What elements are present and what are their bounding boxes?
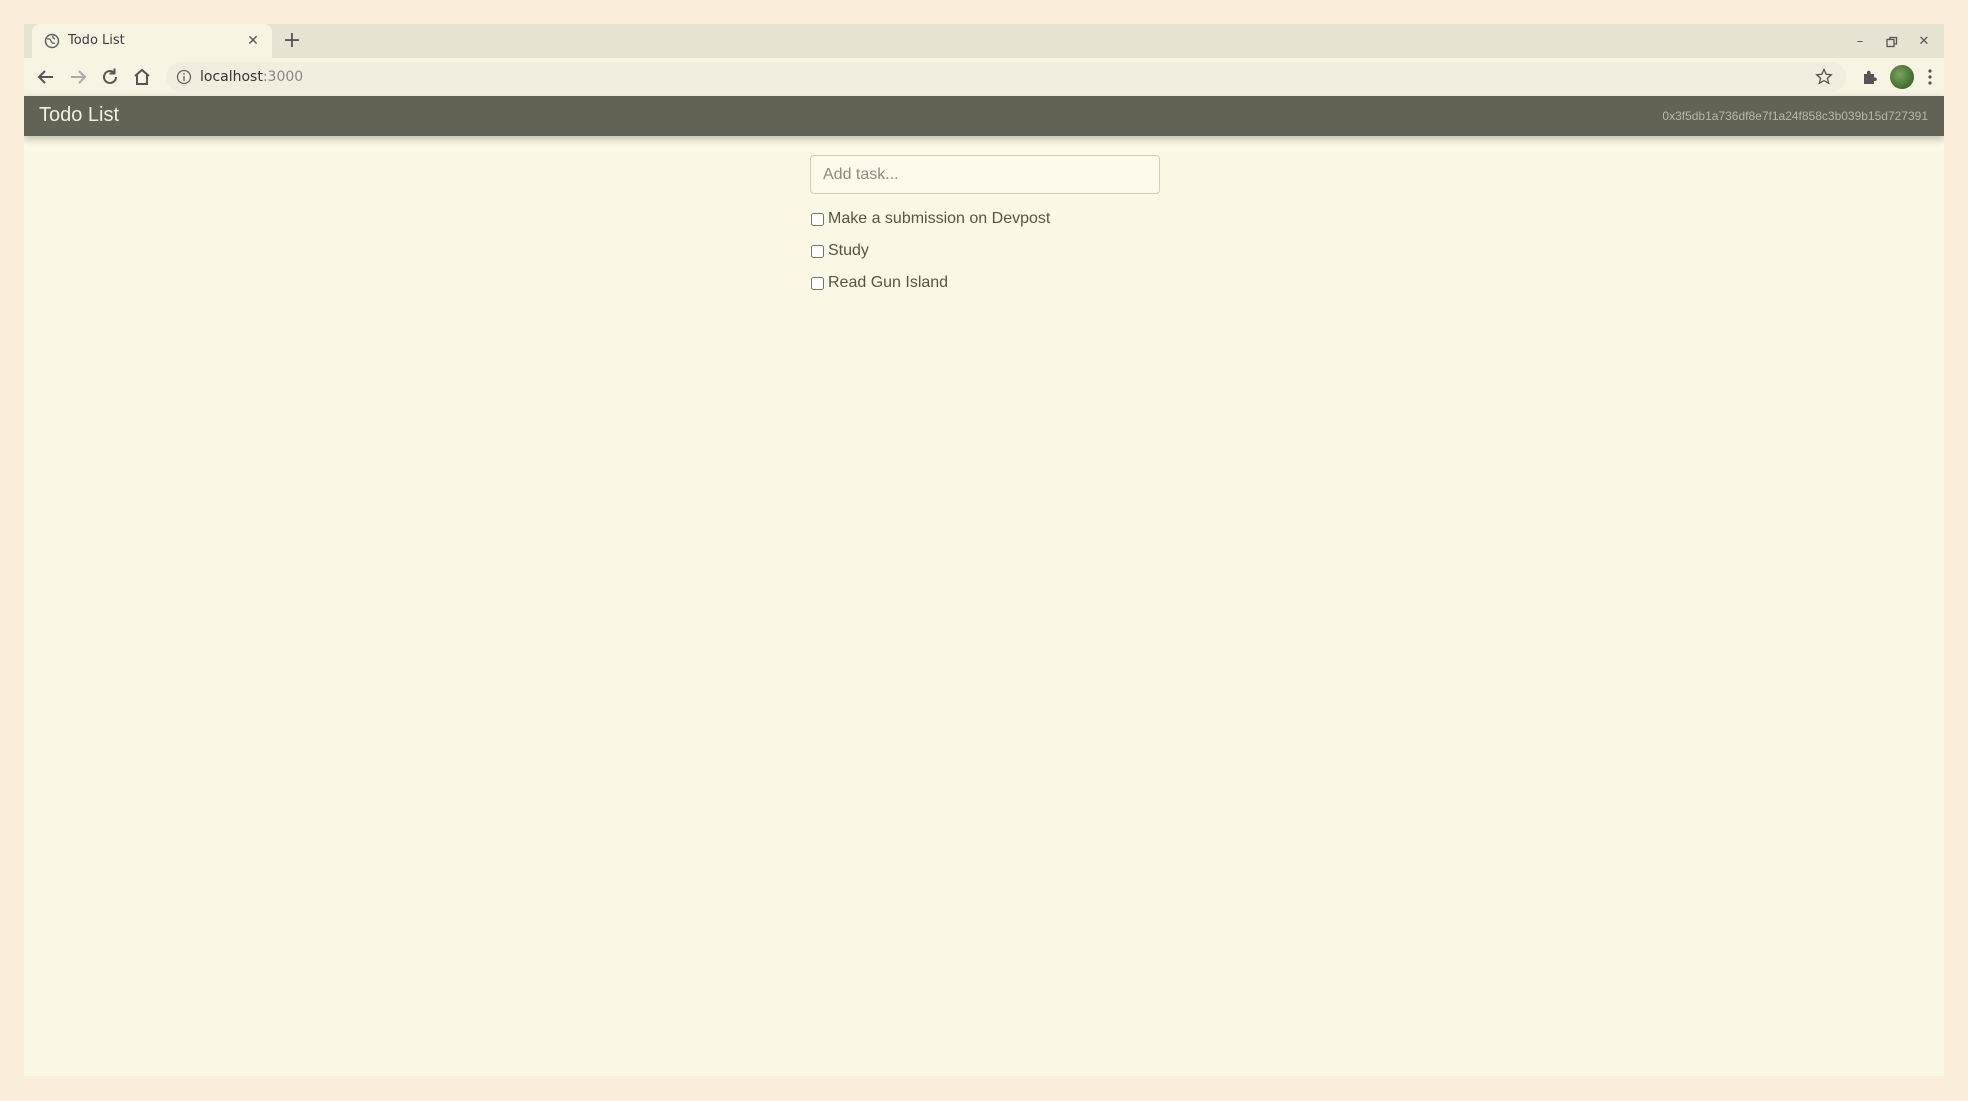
globe-icon <box>44 33 60 49</box>
account-address: 0x3f5db1a736df8e7f1a24f858c3b039b15d7273… <box>1662 109 1928 123</box>
restore-icon[interactable] <box>1882 32 1902 52</box>
browser-toolbar: localhost:3000 <box>24 58 1944 96</box>
add-task-input[interactable] <box>810 155 1160 194</box>
task-checkbox[interactable] <box>811 276 824 290</box>
address-bar[interactable]: localhost:3000 <box>166 62 1846 92</box>
task-item: Make a submission on Devpost <box>810 203 1162 235</box>
extensions-puzzle-icon[interactable] <box>1860 67 1880 87</box>
url-text: localhost:3000 <box>200 69 303 85</box>
task-label: Make a submission on Devpost <box>828 210 1051 227</box>
reload-icon[interactable] <box>98 65 122 89</box>
task-item: Study <box>810 235 1162 267</box>
info-icon[interactable] <box>176 69 192 85</box>
task-checkbox[interactable] <box>811 244 824 258</box>
browser-window: Todo List ✕ + – ✕ localhost:3000 Todo Li… <box>24 24 1944 1076</box>
close-window-icon[interactable]: ✕ <box>1914 32 1934 52</box>
tab-close-icon[interactable]: ✕ <box>244 32 262 50</box>
todo-content: Make a submission on Devpost Study Read … <box>810 155 1162 299</box>
tab-title: Todo List <box>68 33 125 48</box>
home-icon[interactable] <box>130 65 154 89</box>
task-label: Read Gun Island <box>828 274 949 291</box>
tab-todo-list[interactable]: Todo List ✕ <box>32 24 272 58</box>
kebab-menu-icon[interactable] <box>1922 67 1938 87</box>
forward-arrow-icon[interactable] <box>66 65 90 89</box>
page-title: Todo List <box>39 104 120 126</box>
url-host: localhost <box>200 69 263 85</box>
minimize-icon[interactable]: – <box>1850 32 1870 52</box>
task-checkbox[interactable] <box>811 212 824 226</box>
app-header: Todo List 0x3f5db1a736df8e7f1a24f858c3b0… <box>24 96 1944 136</box>
task-item: Read Gun Island <box>810 267 1162 299</box>
new-tab-icon[interactable]: + <box>280 30 304 54</box>
profile-avatar[interactable] <box>1890 65 1914 89</box>
url-port: :3000 <box>262 69 304 85</box>
tab-strip: Todo List ✕ + – ✕ <box>24 24 1944 58</box>
task-label: Study <box>828 242 869 259</box>
bookmark-star-icon[interactable] <box>1814 67 1834 87</box>
task-list: Make a submission on Devpost Study Read … <box>810 203 1162 299</box>
back-arrow-icon[interactable] <box>34 65 58 89</box>
